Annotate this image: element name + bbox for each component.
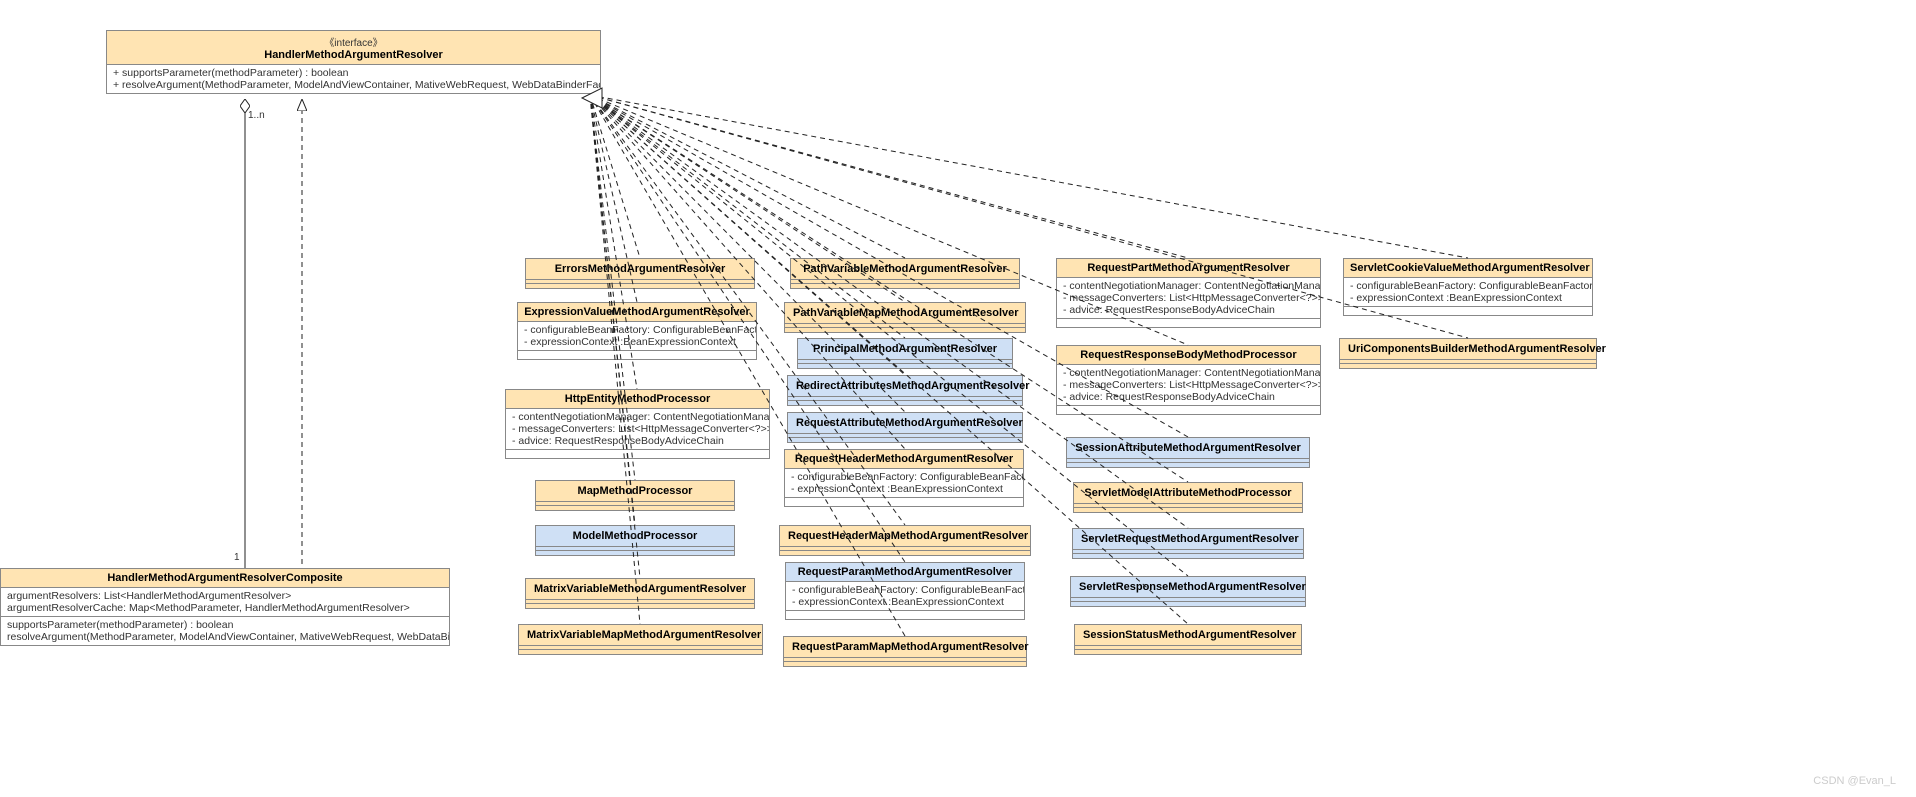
class-name: RequestHeaderMapMethodArgumentResolver — [780, 526, 1030, 547]
attrs: - contentNegotiationManager: ContentNego… — [506, 409, 769, 450]
class-name: MapMethodProcessor — [536, 481, 734, 502]
interface-name: HandlerMethodArgumentResolver — [113, 49, 594, 61]
class-errors: ErrorsMethodArgumentResolver — [525, 258, 755, 289]
class-name: RequestPartMethodArgumentResolver — [1063, 262, 1314, 274]
class-reqheadermap: RequestHeaderMapMethodArgumentResolver — [779, 525, 1031, 556]
class-name: RedirectAttributesMethodArgumentResolver — [788, 376, 1022, 397]
class-name: ServletModelAttributeMethodProcessor — [1074, 483, 1302, 504]
class-name: SessionAttributeMethodArgumentResolver — [1067, 438, 1309, 459]
class-name: RequestResponseBodyMethodProcessor — [1063, 349, 1314, 361]
class-httpentity: HttpEntityMethodProcessor - contentNegot… — [505, 389, 770, 459]
class-reqresp: RequestResponseBodyMethodProcessor - con… — [1056, 345, 1321, 415]
class-matrixvarmap: MatrixVariableMapMethodArgumentResolver — [518, 624, 763, 655]
class-matrixvar: MatrixVariableMethodArgumentResolver — [525, 578, 755, 609]
class-pathvarmap: PathVariableMapMethodArgumentResolver — [784, 302, 1026, 333]
class-sessstatus: SessionStatusMethodArgumentResolver — [1074, 624, 1302, 655]
class-name: ServletResponseMethodArgumentResolver — [1071, 577, 1305, 598]
class-map: MapMethodProcessor — [535, 480, 735, 511]
class-reqpart: RequestPartMethodArgumentResolver - cont… — [1056, 258, 1321, 328]
interface-class-box: 《interface》 HandlerMethodArgumentResolve… — [106, 30, 601, 94]
class-reqparammap: RequestParamMapMethodArgumentResolver — [783, 636, 1027, 667]
class-uricomp: UriComponentsBuilderMethodArgumentResolv… — [1339, 338, 1597, 369]
class-reqheader: RequestHeaderMethodArgumentResolver - co… — [784, 449, 1024, 507]
class-name: HttpEntityMethodProcessor — [512, 393, 763, 405]
class-reqattr: RequestAttributeMethodArgumentResolver — [787, 412, 1023, 443]
interface-title: 《interface》 HandlerMethodArgumentResolve… — [107, 31, 600, 65]
attrs: - configurableBeanFactory: ConfigurableB… — [518, 322, 756, 351]
class-reqparam: RequestParamMethodArgumentResolver - con… — [785, 562, 1025, 620]
class-name: RequestParamMapMethodArgumentResolver — [784, 637, 1026, 658]
class-name: RequestParamMethodArgumentResolver — [792, 566, 1018, 578]
attrs: - contentNegotiationManager: ContentNego… — [1057, 278, 1320, 319]
class-name: ModelMethodProcessor — [536, 526, 734, 547]
attr-resolvers: argumentResolvers: List<HandlerMethodArg… — [7, 590, 443, 602]
op-supports: + supportsParameter(methodParameter) : b… — [113, 67, 594, 79]
class-name: PrincipalMethodArgumentResolver — [798, 339, 1012, 360]
watermark: CSDN @Evan_L — [1813, 775, 1896, 787]
class-servletreq: ServletRequestMethodArgumentResolver — [1072, 528, 1304, 559]
class-principal: PrincipalMethodArgumentResolver — [797, 338, 1013, 369]
attrs: - configurableBeanFactory: ConfigurableB… — [786, 582, 1024, 611]
class-redirect: RedirectAttributesMethodArgumentResolver — [787, 375, 1023, 406]
attrs: - configurableBeanFactory: ConfigurableB… — [1344, 278, 1592, 307]
class-name: PathVariableMethodArgumentResolver — [791, 259, 1019, 280]
class-name: RequestAttributeMethodArgumentResolver — [788, 413, 1022, 434]
composite-name: HandlerMethodArgumentResolverComposite — [7, 572, 443, 584]
op-resolve: + resolveArgument(MethodParameter, Model… — [113, 79, 594, 91]
class-expression: ExpressionValueMethodArgumentResolver - … — [517, 302, 757, 360]
cardinality-bottom: 1 — [234, 552, 240, 563]
composite-title: HandlerMethodArgumentResolverComposite — [1, 569, 449, 588]
class-name: SessionStatusMethodArgumentResolver — [1075, 625, 1301, 646]
attrs: - configurableBeanFactory: ConfigurableB… — [785, 469, 1023, 498]
class-name: UriComponentsBuilderMethodArgumentResolv… — [1340, 339, 1596, 360]
class-cookie: ServletCookieValueMethodArgumentResolver… — [1343, 258, 1593, 316]
class-sessattr: SessionAttributeMethodArgumentResolver — [1066, 437, 1310, 468]
op-resolve: resolveArgument(MethodParameter, ModelAn… — [7, 631, 443, 643]
cardinality-top: 1..n — [248, 110, 265, 121]
composite-attrs: argumentResolvers: List<HandlerMethodArg… — [1, 588, 449, 617]
interface-ops: + supportsParameter(methodParameter) : b… — [107, 65, 600, 93]
composite-ops: supportsParameter(methodParameter) : boo… — [1, 617, 449, 645]
stereotype-label: 《interface》 — [113, 34, 594, 49]
class-servletmodelattr: ServletModelAttributeMethodProcessor — [1073, 482, 1303, 513]
class-pathvar: PathVariableMethodArgumentResolver — [790, 258, 1020, 289]
class-servletresp: ServletResponseMethodArgumentResolver — [1070, 576, 1306, 607]
op-supports: supportsParameter(methodParameter) : boo… — [7, 619, 443, 631]
class-name: ServletCookieValueMethodArgumentResolver — [1350, 262, 1586, 274]
class-name: MatrixVariableMethodArgumentResolver — [526, 579, 754, 600]
class-model: ModelMethodProcessor — [535, 525, 735, 556]
class-name: PathVariableMapMethodArgumentResolver — [785, 303, 1025, 324]
composite-class-box: HandlerMethodArgumentResolverComposite a… — [0, 568, 450, 646]
attrs: - contentNegotiationManager: ContentNego… — [1057, 365, 1320, 406]
attr-cache: argumentResolverCache: Map<MethodParamet… — [7, 602, 443, 614]
class-name: MatrixVariableMapMethodArgumentResolver — [519, 625, 762, 646]
class-name: ErrorsMethodArgumentResolver — [526, 259, 754, 280]
class-name: ExpressionValueMethodArgumentResolver — [524, 306, 750, 318]
class-name: RequestHeaderMethodArgumentResolver — [791, 453, 1017, 465]
class-name: ServletRequestMethodArgumentResolver — [1073, 529, 1303, 550]
